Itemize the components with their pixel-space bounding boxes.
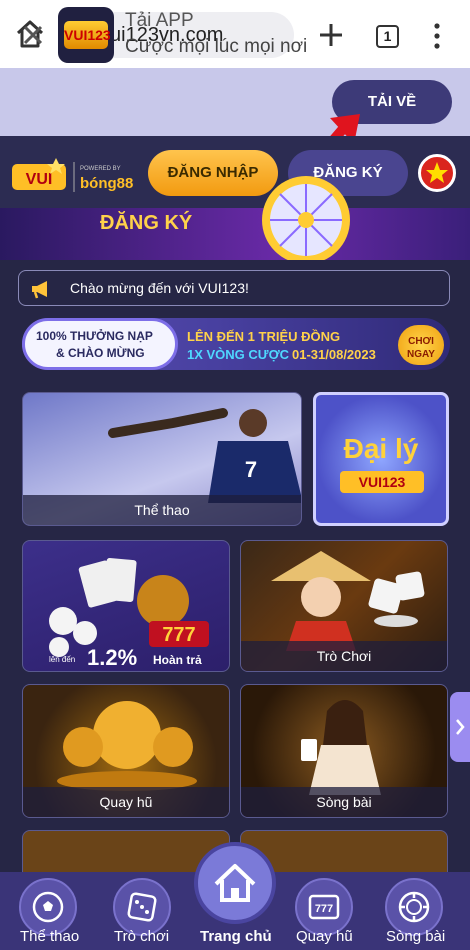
site-logo[interactable]: VUI POWERED BY bóng88 (12, 156, 136, 196)
promo-badge (22, 318, 178, 370)
svg-text:777: 777 (162, 624, 195, 646)
tile-lottery[interactable]: 777 lên đến 1.2% Hoàn trả (22, 540, 230, 672)
nav-games-label[interactable]: Trò chơi (114, 928, 169, 945)
agency-title: Đại lý (343, 433, 419, 464)
star-icon (426, 162, 448, 183)
nav-home-label[interactable]: Trang chủ (200, 928, 272, 945)
promo-badge-line1: 100% THƯỞNG NẠP (36, 329, 153, 343)
nav-slots-label[interactable]: Quay hũ (296, 928, 353, 945)
side-drawer-tab[interactable] (450, 692, 470, 762)
tile-agency[interactable]: Đại lý VUI123 (313, 392, 449, 526)
promo-dates: 01-31/08/2023 (292, 347, 376, 362)
promo-amount: LÊN ĐẾN 1 TRIỆU ĐỒNG (187, 329, 341, 344)
nav-casino-label[interactable]: Sòng bài (386, 928, 445, 945)
tile-slots[interactable]: Quay hũ (22, 684, 230, 818)
app-logo-text: VUI123 (64, 21, 111, 49)
tile-casino-label: Sòng bài (241, 787, 447, 817)
home-icon (214, 864, 256, 902)
tile-games-label: Trò Chơi (241, 641, 447, 671)
promo-badge-line2: & CHÀO MỪNG (56, 346, 145, 360)
tile-games[interactable]: Trò Chơi (240, 540, 448, 672)
promo-wager: 1X VÒNG CƯỢC (187, 347, 290, 362)
lottery-prefix: lên đến (49, 655, 76, 664)
close-icon[interactable] (22, 24, 44, 46)
agency-brand: VUI123 (340, 471, 424, 493)
svg-text:POWERED BY: POWERED BY (80, 166, 121, 172)
language-flag-vietnam[interactable] (418, 154, 456, 192)
app-banner-subtitle: Cược mọi lúc mọi nơi (125, 36, 308, 57)
nav-home[interactable] (194, 842, 276, 924)
app-logo: VUI123 (58, 7, 114, 63)
lottery-percent: 1.2% (87, 645, 138, 670)
lucky-wheel-icon (262, 176, 350, 264)
new-tab-icon[interactable] (318, 22, 344, 48)
tile-casino[interactable]: Sòng bài (240, 684, 448, 818)
nav-sports-label[interactable]: Thể thao (20, 928, 79, 945)
svg-text:VUI: VUI (26, 171, 53, 188)
chevron-right-icon (456, 719, 465, 735)
play-now-button[interactable]: CHƠI NGAY (398, 325, 444, 365)
play-now-line2: NGAY (407, 349, 435, 360)
hero-text: ĐĂNG KÝ (100, 212, 193, 234)
svg-text:bóng88: bóng88 (80, 175, 133, 192)
app-banner-title: Tải APP (125, 10, 194, 31)
hero-banner[interactable] (0, 208, 470, 260)
announcement-text: Chào mừng đến với VUI123! (70, 280, 249, 296)
svg-text:7: 7 (245, 457, 257, 482)
tile-slots-label: Quay hũ (23, 787, 229, 817)
lottery-caption: Hoàn trả (153, 653, 202, 667)
tab-switcher-button[interactable]: 1 (376, 25, 399, 48)
megaphone-icon (32, 281, 47, 299)
tile-sports[interactable]: 7 Thể thao (22, 392, 302, 526)
svg-text:777: 777 (315, 903, 333, 915)
play-now-line1: CHƠI (408, 336, 434, 347)
overflow-menu-icon[interactable] (428, 22, 446, 50)
tile-sports-label: Thể thao (23, 495, 301, 525)
